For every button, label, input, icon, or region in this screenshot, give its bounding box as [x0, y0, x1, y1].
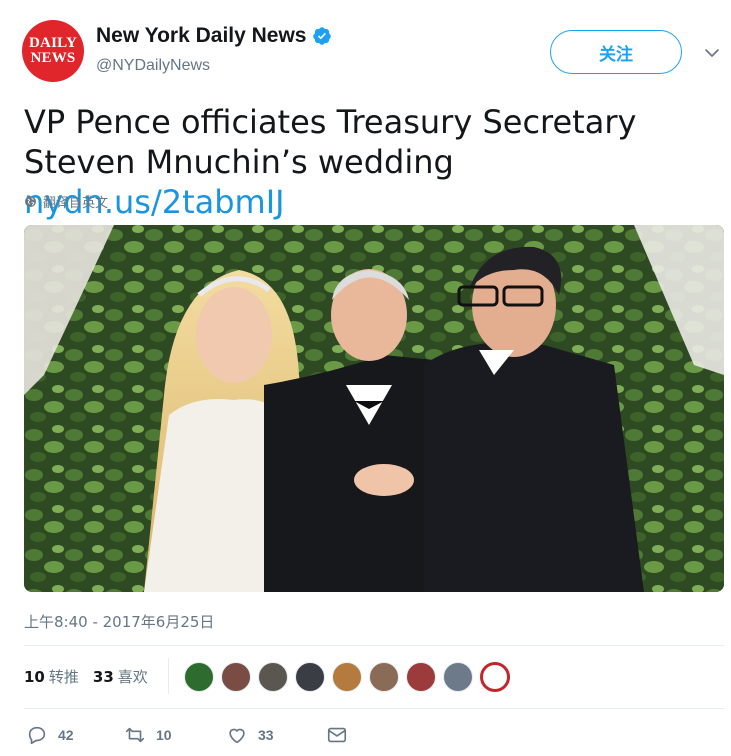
follow-button[interactable]: 关注	[550, 30, 682, 74]
like-action[interactable]: 33	[226, 724, 274, 746]
chevron-down-icon[interactable]	[703, 44, 721, 62]
liker-avatar[interactable]	[443, 662, 473, 692]
wedding-photo[interactable]	[24, 225, 724, 592]
tweet-actions: 42 10 33	[24, 724, 424, 754]
liker-avatar[interactable]	[480, 662, 510, 692]
tweet-stats: 10 转推 33 喜欢	[24, 666, 162, 687]
account-avatar[interactable]: DAILY NEWS	[22, 20, 84, 82]
display-name[interactable]: New York Daily News	[96, 24, 306, 48]
liker-avatar[interactable]	[369, 662, 399, 692]
liker-avatar[interactable]	[332, 662, 362, 692]
avatar-logo-line1: DAILY	[29, 35, 77, 51]
retweet-count: 10	[156, 727, 172, 743]
heart-icon	[229, 728, 245, 744]
reply-action[interactable]: 42	[26, 724, 74, 746]
divider	[24, 645, 724, 646]
retweet-icon	[125, 727, 145, 743]
globe-icon	[25, 196, 36, 207]
liker-avatars	[184, 662, 517, 692]
tweet-timestamp[interactable]: 上午8:40 - 2017年6月25日	[24, 611, 214, 632]
liker-avatar[interactable]	[258, 662, 288, 692]
divider	[24, 708, 724, 709]
reply-icon	[28, 726, 46, 745]
message-action[interactable]	[326, 724, 358, 746]
likes-count[interactable]: 33	[93, 668, 114, 686]
translate-tweet[interactable]: 翻译自英文	[24, 192, 108, 211]
translate-label: 翻译自英文	[43, 196, 109, 211]
likes-label[interactable]: 喜欢	[118, 666, 148, 687]
wedding-photo-illustration	[24, 225, 724, 592]
retweets-count[interactable]: 10	[24, 668, 45, 686]
tweet-body: VP Pence officiates Treasury Secretary S…	[24, 103, 637, 181]
verified-badge-icon	[313, 27, 332, 45]
retweet-action[interactable]: 10	[124, 724, 172, 746]
tweet-text: VP Pence officiates Treasury Secretary S…	[24, 102, 714, 222]
like-count: 33	[258, 727, 274, 743]
tweet-header: DAILY NEWS New York Daily News @NYDailyN…	[0, 0, 731, 90]
liker-avatar[interactable]	[295, 662, 325, 692]
avatar-logo-line2: NEWS	[30, 50, 76, 66]
envelope-icon	[327, 727, 347, 743]
liker-avatar[interactable]	[406, 662, 436, 692]
liker-avatar[interactable]	[221, 662, 251, 692]
retweets-label[interactable]: 转推	[49, 666, 79, 687]
stats-divider	[168, 658, 169, 694]
liker-avatar[interactable]	[184, 662, 214, 692]
name-row: New York Daily News	[96, 24, 332, 48]
account-handle[interactable]: @NYDailyNews	[96, 57, 210, 75]
reply-count: 42	[58, 727, 74, 743]
